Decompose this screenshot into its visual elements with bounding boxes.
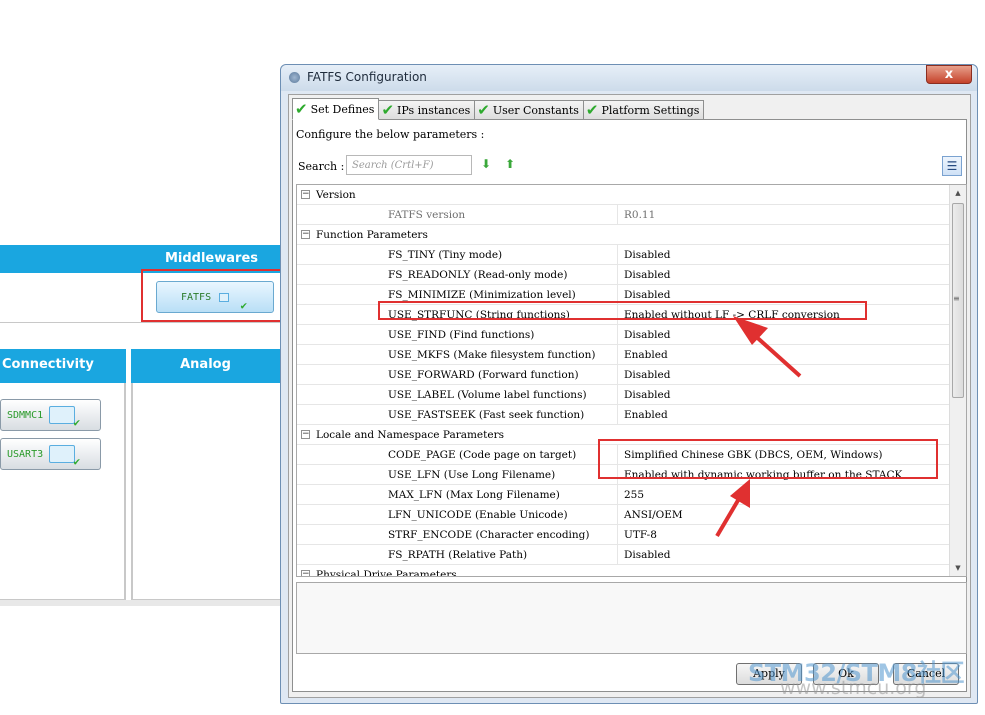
param-value[interactable]: Enabled [624,409,668,421]
param-name: CODE_PAGE (Code page on target) [388,449,577,461]
parameters-table: − Version FATFS version R0.11 − Function… [296,184,967,577]
background-strip [0,600,280,606]
param-name: USE_FASTSEEK (Fast seek function) [388,409,585,421]
param-name: USE_FORWARD (Forward function) [388,369,579,381]
param-name: STRF_ENCODE (Character encoding) [388,529,590,541]
table-row[interactable]: USE_FORWARD (Forward function) Disabled [297,365,949,385]
param-name: USE_LFN (Use Long Filename) [388,469,556,481]
vertical-scrollbar[interactable]: ▲ ≡ ▼ [949,185,966,576]
tab-bar: ✔ Set Defines ✔ IPs instances ✔ User Con… [292,98,705,120]
param-name: FS_TINY (Tiny mode) [388,249,503,261]
usart3-ip-label: USART3 [7,448,44,460]
sdcard-icon [49,406,80,429]
table-row[interactable]: USE_LABEL (Volume label functions) Disab… [297,385,949,405]
grip-icon: ≡ [953,294,960,303]
param-value[interactable]: Disabled [624,269,670,281]
use-strfunc-highlight-box [378,301,867,320]
tab-set-defines[interactable]: ✔ Set Defines [292,98,380,120]
scroll-up-icon[interactable]: ▲ [950,185,966,201]
table-row[interactable]: LFN_UNICODE (Enable Unicode) ANSI/OEM [297,505,949,525]
app-icon [289,72,300,83]
param-name: FATFS version [388,209,466,221]
fatfs-highlight-box [141,269,282,322]
configure-label: Configure the below parameters : [296,128,485,141]
param-value[interactable]: UTF-8 [624,529,657,541]
collapse-icon[interactable]: − [301,430,310,439]
close-button[interactable]: x [926,65,972,84]
section-title: Physical Drive Parameters [316,569,457,577]
serial-port-icon [49,445,80,468]
param-name: USE_LABEL (Volume label functions) [388,389,587,401]
collapse-icon[interactable]: − [301,570,310,576]
dialog-title: FATFS Configuration [307,70,427,84]
tab-user-constants[interactable]: ✔ User Constants [474,100,584,120]
dialog-content: ✔ Set Defines ✔ IPs instances ✔ User Con… [288,94,971,698]
search-input[interactable] [346,155,472,175]
tab-label: Platform Settings [601,104,700,117]
param-value: R0.11 [624,209,656,221]
table-row[interactable]: FS_READONLY (Read-only mode) Disabled [297,265,949,285]
param-name: LFN_UNICODE (Enable Unicode) [388,509,568,521]
check-icon: ✔ [477,101,490,119]
check-icon: ✔ [585,101,599,119]
param-name: FS_RPATH (Relative Path) [388,549,528,561]
param-value[interactable]: Disabled [624,329,670,341]
param-name: USE_MKFS (Make filesystem function) [388,349,596,361]
connectivity-header: Connectivity [0,349,126,383]
param-value[interactable]: Disabled [624,389,670,401]
check-icon: ✔ [381,101,395,119]
table-row[interactable]: USE_FIND (Find functions) Disabled [297,325,949,345]
section-function-parameters[interactable]: − Function Parameters [297,225,949,245]
analog-header: Analog [131,349,280,383]
table-row[interactable]: STRF_ENCODE (Character encoding) UTF-8 [297,525,949,545]
section-title: Function Parameters [316,229,428,241]
collapse-icon[interactable]: − [301,230,310,239]
sdmmc1-ip-label: SDMMC1 [7,409,44,421]
param-value[interactable]: ANSI/OEM [624,509,683,521]
param-value[interactable]: Disabled [624,369,670,381]
table-row[interactable]: USE_FASTSEEK (Fast seek function) Enable… [297,405,949,425]
tab-ips-instances[interactable]: ✔ IPs instances [378,100,476,120]
param-name: USE_FIND (Find functions) [388,329,535,341]
search-next-arrow-icon[interactable]: ⬇ [479,157,493,171]
list-view-icon[interactable]: ☰ [942,156,962,176]
search-prev-arrow-icon[interactable]: ⬆ [503,157,517,171]
param-value[interactable]: Disabled [624,549,670,561]
watermark-url: www.stmcu.org [780,677,927,699]
usart3-ip-button[interactable]: USART3 [0,438,101,470]
tab-label: Set Defines [310,102,375,116]
collapse-icon[interactable]: − [301,190,310,199]
section-title: Locale and Namespace Parameters [316,429,504,441]
check-icon: ✔ [295,99,308,118]
dialog-titlebar[interactable]: FATFS Configuration x [281,65,977,91]
param-name: MAX_LFN (Max Long Filename) [388,489,560,501]
section-version[interactable]: − Version [297,185,949,205]
sdmmc1-ip-button[interactable]: SDMMC1 [0,399,101,431]
tab-platform-settings[interactable]: ✔ Platform Settings [582,100,705,120]
section-physical-drive[interactable]: − Physical Drive Parameters [297,565,949,577]
table-row[interactable]: USE_MKFS (Make filesystem function) Enab… [297,345,949,365]
param-name: FS_READONLY (Read-only mode) [388,269,568,281]
fatfs-configuration-dialog: FATFS Configuration x ✔ Set Defines ✔ IP… [280,64,978,704]
code-page-lfn-highlight-box [598,439,938,479]
param-value[interactable]: 255 [624,489,644,501]
table-row[interactable]: FATFS version R0.11 [297,205,949,225]
param-value[interactable]: Disabled [624,289,670,301]
param-name: FS_MINIMIZE (Minimization level) [388,289,576,301]
table-row[interactable]: FS_RPATH (Relative Path) Disabled [297,545,949,565]
section-title: Version [316,189,356,201]
table-row[interactable]: MAX_LFN (Max Long Filename) 255 [297,485,949,505]
search-label: Search : [298,160,345,173]
param-value[interactable]: Disabled [624,249,670,261]
scroll-down-icon[interactable]: ▼ [950,560,966,576]
set-defines-panel: Configure the below parameters : Search … [292,119,967,692]
table-row[interactable]: FS_TINY (Tiny mode) Disabled [297,245,949,265]
param-value[interactable]: Enabled [624,349,668,361]
site-watermark: STM32/STM8社区 www.stmcu.org [748,653,964,699]
tab-label: IPs instances [397,104,471,117]
tab-label: User Constants [492,104,579,117]
analog-panel [131,383,280,600]
description-area [296,582,967,654]
